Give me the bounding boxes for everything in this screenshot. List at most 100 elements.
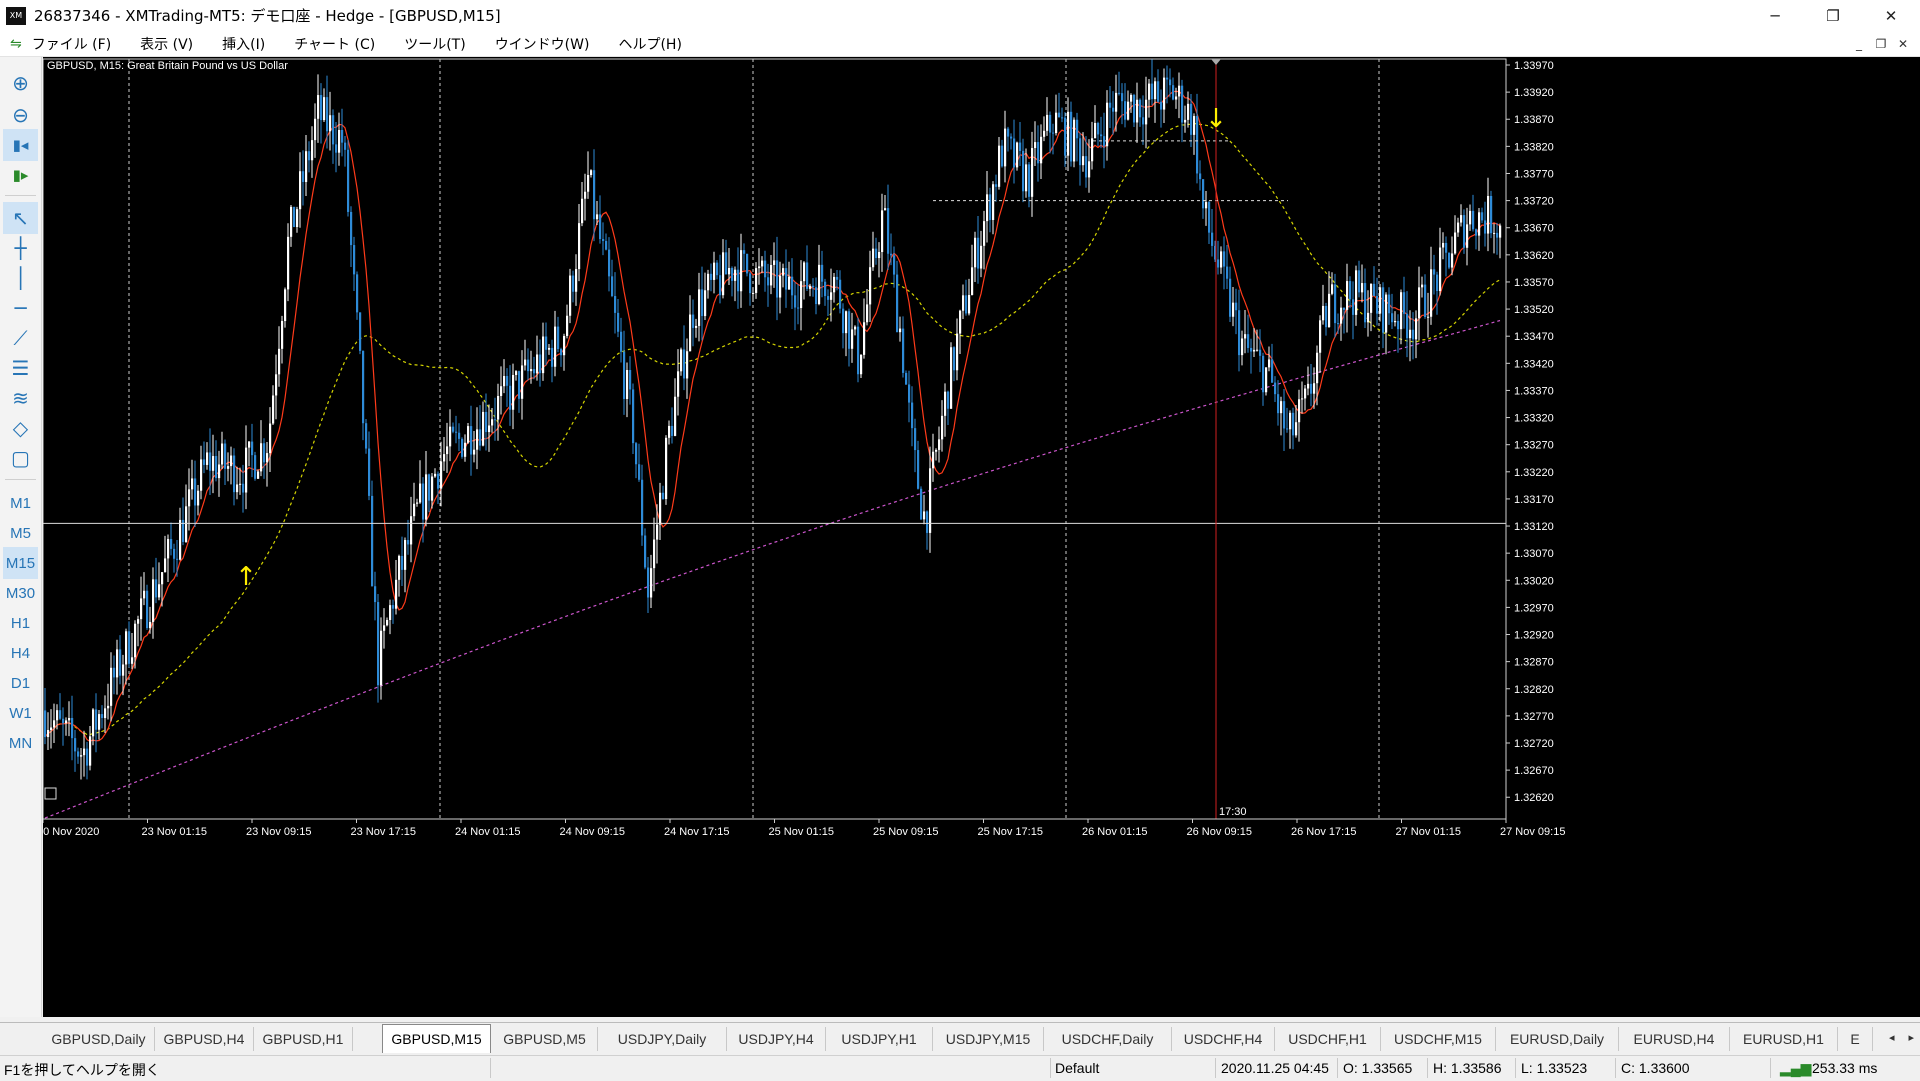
candle-body bbox=[1409, 329, 1412, 339]
tab-scroll-left-icon[interactable]: ◂ bbox=[1889, 1031, 1895, 1044]
candle-body bbox=[1382, 287, 1385, 333]
zoom-out-icon[interactable]: ⊖ bbox=[3, 99, 38, 131]
candle-body bbox=[302, 171, 305, 182]
candle-body bbox=[365, 423, 368, 449]
candle-body bbox=[1091, 138, 1094, 162]
fibonacci-icon[interactable]: ≋ bbox=[3, 382, 38, 414]
shapes-icon[interactable]: ◇ bbox=[3, 412, 38, 444]
tab-eurusd-h4[interactable]: EURUSD,H4 bbox=[1619, 1027, 1730, 1051]
chart-canvas[interactable]: ↑ ↓ GBPUSD, M15: Great Britain Pound vs U… bbox=[37, 57, 1920, 1017]
timeframe-h1[interactable]: H1 bbox=[3, 607, 38, 639]
tab-usdchf-h4[interactable]: USDCHF,H4 bbox=[1172, 1027, 1275, 1051]
candle-body bbox=[179, 519, 182, 560]
candle-body bbox=[434, 473, 437, 477]
autoscroll-icon[interactable]: ▮◂ bbox=[3, 129, 38, 161]
cursor-icon[interactable]: ↖ bbox=[3, 202, 38, 234]
price-tick-label: 1.33770 bbox=[1514, 168, 1554, 180]
timeframe-mn[interactable]: MN bbox=[3, 727, 38, 759]
tab-usdjpy-daily[interactable]: USDJPY,Daily bbox=[598, 1027, 727, 1051]
chart-shift-icon[interactable]: ▮▸ bbox=[3, 159, 38, 191]
candle-body bbox=[1436, 274, 1439, 292]
candle-body bbox=[833, 276, 836, 293]
timeframe-m5[interactable]: M5 bbox=[3, 517, 38, 549]
menu-window[interactable]: ウインドウ(W) bbox=[495, 34, 590, 54]
candle-body bbox=[1322, 305, 1325, 321]
mdi-restore-button[interactable]: ❐ bbox=[1870, 37, 1892, 51]
candle-body bbox=[317, 95, 320, 119]
trendline-icon[interactable]: ⟋ bbox=[3, 322, 38, 354]
chart-menu-icon[interactable]: ⇋ bbox=[10, 36, 22, 52]
menu-view[interactable]: 表示 (V) bbox=[140, 34, 193, 54]
horizontal-line-icon[interactable]: ─ bbox=[3, 292, 38, 324]
tab-usdchf-daily[interactable]: USDCHF,Daily bbox=[1044, 1027, 1172, 1051]
candle-body bbox=[581, 198, 584, 224]
menu-help[interactable]: ヘルプ(H) bbox=[618, 34, 681, 54]
menu-tools[interactable]: ツール(T) bbox=[404, 34, 465, 54]
price-chart[interactable]: ↑ ↓ GBPUSD, M15: Great Britain Pound vs U… bbox=[37, 57, 1920, 1017]
timeframe-d1[interactable]: D1 bbox=[3, 667, 38, 699]
tab-eurusd-h1[interactable]: EURUSD,H1 bbox=[1730, 1027, 1838, 1051]
mdi-minimize-button[interactable]: _ bbox=[1848, 37, 1870, 51]
candle-body bbox=[491, 419, 494, 426]
tab-gbpusd-m5[interactable]: GBPUSD,M5 bbox=[492, 1027, 598, 1051]
candle-body bbox=[1184, 119, 1187, 123]
candle-body bbox=[812, 285, 815, 288]
tab-eurusd-partial[interactable]: E bbox=[1838, 1027, 1873, 1051]
tab-usdjpy-m15[interactable]: USDJPY,M15 bbox=[933, 1027, 1044, 1051]
menu-charts[interactable]: チャート (C) bbox=[294, 34, 375, 54]
candle-body bbox=[1331, 284, 1334, 294]
channel-icon[interactable]: ☰ bbox=[3, 352, 38, 384]
candle-body bbox=[1391, 313, 1394, 323]
maximize-button[interactable]: ❐ bbox=[1804, 0, 1862, 31]
menu-insert[interactable]: 挿入(I) bbox=[222, 34, 265, 54]
tab-gbpusd-m15[interactable]: GBPUSD,M15 bbox=[382, 1024, 491, 1053]
crosshair-icon[interactable]: ┼ bbox=[3, 232, 38, 264]
candle-body bbox=[251, 441, 254, 456]
timeframe-w1[interactable]: W1 bbox=[3, 697, 38, 729]
tab-eurusd-daily[interactable]: EURUSD,Daily bbox=[1496, 1027, 1619, 1051]
candle-body bbox=[1187, 103, 1190, 120]
timeframe-m30[interactable]: M30 bbox=[3, 577, 38, 609]
candle-body bbox=[119, 649, 122, 676]
close-button[interactable]: ✕ bbox=[1862, 0, 1920, 31]
timeframe-m1[interactable]: M1 bbox=[3, 487, 38, 519]
candle-body bbox=[497, 395, 500, 420]
timeframe-m15[interactable]: M15 bbox=[3, 547, 38, 579]
price-tick-label: 1.33370 bbox=[1514, 385, 1554, 397]
tab-gbpusd-h1[interactable]: GBPUSD,H1 bbox=[254, 1027, 353, 1051]
tab-usdchf-h1[interactable]: USDCHF,H1 bbox=[1275, 1027, 1381, 1051]
tab-usdchf-m15[interactable]: USDCHF,M15 bbox=[1381, 1027, 1496, 1051]
ma-mid-line bbox=[44, 122, 1501, 738]
minimize-button[interactable]: ─ bbox=[1746, 0, 1804, 31]
candle-body bbox=[884, 208, 887, 211]
candle-body bbox=[401, 555, 404, 570]
candle-body bbox=[1493, 232, 1496, 234]
vertical-line-icon[interactable]: │ bbox=[3, 262, 38, 294]
objects-icon[interactable]: ▢ bbox=[3, 442, 38, 474]
one-click-trading-icon bbox=[44, 787, 57, 800]
candle-body bbox=[791, 276, 794, 296]
candle-body bbox=[872, 248, 875, 268]
candle-body bbox=[1334, 284, 1337, 324]
menu-file[interactable]: ファイル (F) bbox=[32, 34, 111, 54]
candle-body bbox=[122, 664, 125, 676]
candle-body bbox=[911, 402, 914, 429]
zoom-in-icon[interactable]: ⊕ bbox=[3, 67, 38, 99]
time-tick-label: 26 Nov 01:15 bbox=[1082, 826, 1147, 838]
candle-body bbox=[647, 567, 650, 598]
candle-body bbox=[758, 266, 761, 269]
candle-body bbox=[635, 443, 638, 465]
mdi-close-button[interactable]: ✕ bbox=[1892, 37, 1914, 51]
tab-gbpusd-daily[interactable]: GBPUSD,Daily bbox=[43, 1027, 155, 1051]
tab-gbpusd-h4[interactable]: GBPUSD,H4 bbox=[155, 1027, 254, 1051]
candle-body bbox=[1298, 399, 1301, 423]
candle-body bbox=[1349, 281, 1352, 300]
timeframe-h4[interactable]: H4 bbox=[3, 637, 38, 669]
tab-scroll-right-icon[interactable]: ▸ bbox=[1908, 1031, 1914, 1044]
price-tick-label: 1.33970 bbox=[1514, 60, 1554, 72]
tab-usdjpy-h1[interactable]: USDJPY,H1 bbox=[826, 1027, 933, 1051]
tab-usdjpy-h4[interactable]: USDJPY,H4 bbox=[727, 1027, 826, 1051]
candle-body bbox=[524, 359, 527, 366]
candle-body bbox=[728, 267, 731, 275]
price-tick-label: 1.32620 bbox=[1514, 792, 1554, 804]
